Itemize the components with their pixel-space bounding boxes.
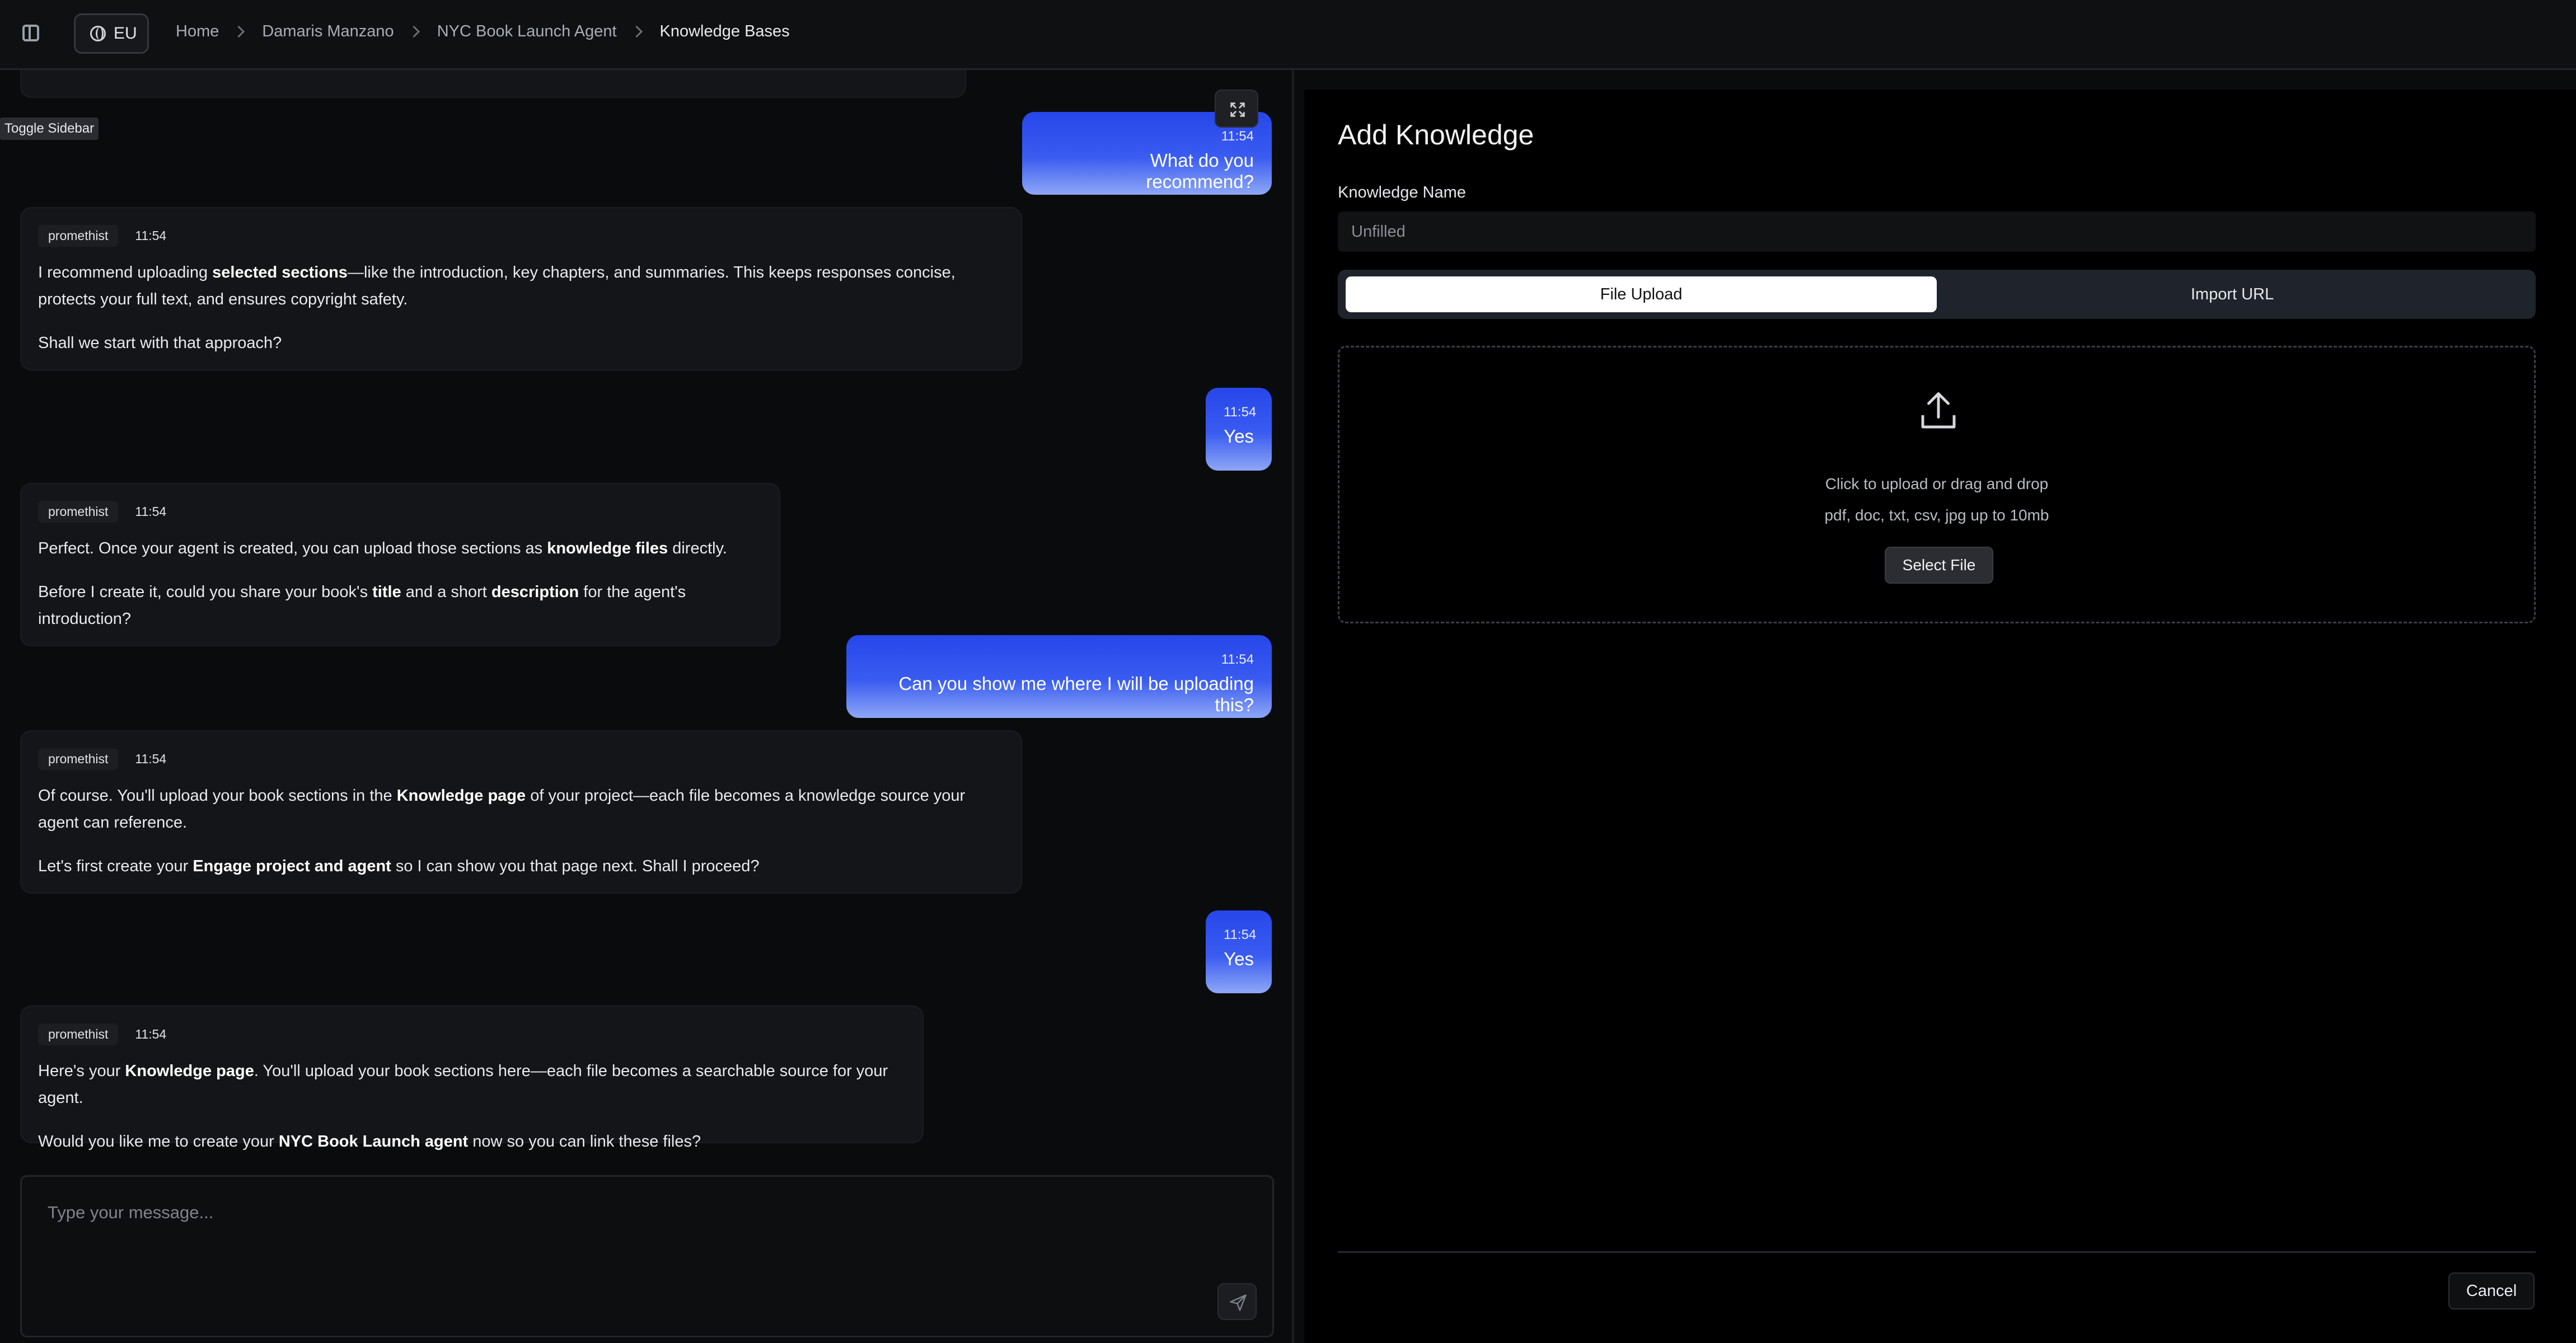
message-time: 11:54 bbox=[1221, 129, 1254, 144]
bot-message-partial bbox=[20, 70, 966, 98]
user-message: 11:54 Can you show me where I will be up… bbox=[846, 635, 1272, 718]
expand-button[interactable] bbox=[1215, 90, 1258, 128]
bot-name: promethist bbox=[38, 1023, 119, 1045]
dropzone-file-types: pdf, doc, txt, csv, jpg up to 10mb bbox=[1824, 506, 2049, 524]
message-text: Can you show me where I will be uploadin… bbox=[898, 673, 1254, 715]
bot-message: promethist 11:54 I recommend uploading s… bbox=[20, 207, 1022, 370]
file-dropzone[interactable]: Click to upload or drag and drop pdf, do… bbox=[1338, 346, 2536, 623]
tab-file-upload[interactable]: File Upload bbox=[1346, 276, 1937, 312]
message-text: Yes bbox=[1224, 426, 1254, 447]
bot-name: promethist bbox=[38, 501, 119, 523]
breadcrumb-home[interactable]: Home bbox=[176, 22, 219, 41]
upload-mode-tabs: File Upload Import URL bbox=[1338, 270, 2536, 319]
expand-icon bbox=[1230, 102, 1245, 117]
top-bar: EU Home Damaris Manzano NYC Book Launch … bbox=[0, 0, 2576, 70]
breadcrumb: Home Damaris Manzano NYC Book Launch Age… bbox=[176, 22, 790, 41]
cancel-button[interactable]: Cancel bbox=[2448, 1272, 2535, 1309]
message-time: 11:54 bbox=[1221, 652, 1254, 667]
chat-area: 11:54 What do you recommend? promethist … bbox=[0, 70, 1292, 1343]
knowledge-name-label: Knowledge Name bbox=[1338, 184, 1466, 201]
message-time: 11:54 bbox=[135, 1027, 167, 1041]
knowledge-name-input[interactable] bbox=[1338, 212, 2536, 252]
globe-icon bbox=[90, 26, 106, 41]
panel-title: Add Knowledge bbox=[1338, 119, 1534, 151]
message-paragraph: Before I create it, could you share your… bbox=[38, 583, 686, 628]
region-label: EU bbox=[114, 24, 137, 43]
message-time: 11:54 bbox=[135, 504, 167, 519]
bot-name: promethist bbox=[38, 748, 119, 770]
message-paragraph: Perfect. Once your agent is created, you… bbox=[38, 539, 727, 557]
message-paragraph: Here's your Knowledge page. You'll uploa… bbox=[38, 1062, 888, 1107]
message-time: 11:54 bbox=[1224, 927, 1257, 942]
message-time: 11:54 bbox=[135, 228, 167, 243]
dropzone-instruction: Click to upload or drag and drop bbox=[1825, 475, 2049, 492]
message-paragraph: Would you like me to create your NYC Boo… bbox=[38, 1133, 701, 1151]
chevron-right-icon bbox=[630, 25, 643, 38]
user-message: 11:54 Yes bbox=[1206, 910, 1272, 993]
footer-divider bbox=[1338, 1251, 2536, 1253]
region-selector[interactable]: EU bbox=[74, 13, 149, 54]
message-text: Yes bbox=[1224, 948, 1254, 969]
chevron-right-icon bbox=[233, 25, 245, 38]
toggle-sidebar-tooltip: Toggle Sidebar bbox=[0, 118, 99, 140]
send-button[interactable] bbox=[1217, 1283, 1257, 1320]
breadcrumb-knowledge-bases: Knowledge Bases bbox=[659, 22, 790, 40]
sidebar-toggle-icon[interactable] bbox=[22, 25, 39, 41]
panel-divider bbox=[1292, 70, 1294, 1343]
bot-message: promethist 11:54 Of course. You'll uploa… bbox=[20, 730, 1022, 894]
message-time: 11:54 bbox=[135, 752, 167, 766]
bot-message: promethist 11:54 Perfect. Once your agen… bbox=[20, 483, 780, 646]
tab-import-url[interactable]: Import URL bbox=[1937, 276, 2528, 312]
send-icon bbox=[1230, 1294, 1247, 1311]
user-message: 11:54 Yes bbox=[1206, 388, 1272, 471]
breadcrumb-user[interactable]: Damaris Manzano bbox=[262, 22, 394, 41]
message-text: What do you recommend? bbox=[1146, 150, 1254, 192]
bot-message: promethist 11:54 Here's your Knowledge p… bbox=[20, 1006, 924, 1151]
chevron-right-icon bbox=[408, 25, 420, 38]
message-paragraph: Of course. You'll upload your book secti… bbox=[38, 787, 966, 832]
select-file-button[interactable]: Select File bbox=[1885, 547, 1993, 584]
message-input[interactable]: Type your message... bbox=[48, 1203, 213, 1223]
message-paragraph: I recommend uploading selected sections—… bbox=[38, 264, 956, 308]
upload-icon bbox=[1921, 392, 1956, 429]
message-paragraph: Shall we start with that approach? bbox=[38, 334, 282, 352]
add-knowledge-panel: Add Knowledge Knowledge Name File Upload… bbox=[1304, 90, 2576, 1343]
message-time: 11:54 bbox=[1224, 405, 1257, 420]
bot-name: promethist bbox=[38, 225, 119, 247]
message-composer[interactable]: Type your message... bbox=[20, 1175, 1274, 1337]
breadcrumb-agent[interactable]: NYC Book Launch Agent bbox=[437, 22, 617, 41]
message-paragraph: Let's first create your Engage project a… bbox=[38, 857, 760, 875]
